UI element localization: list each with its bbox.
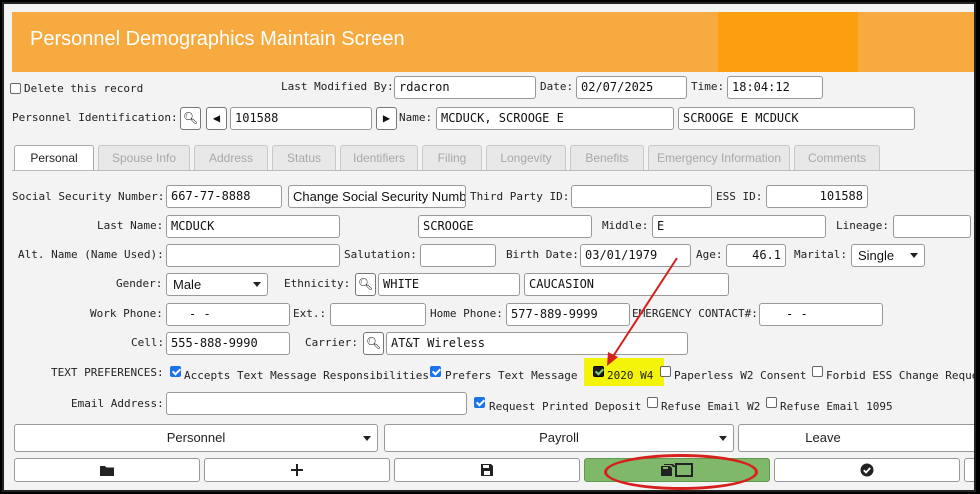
annotation-arrow (607, 257, 678, 366)
app-window: Personnel Demographics Maintain Screen D… (2, 2, 976, 492)
annotation-circle (604, 454, 758, 490)
